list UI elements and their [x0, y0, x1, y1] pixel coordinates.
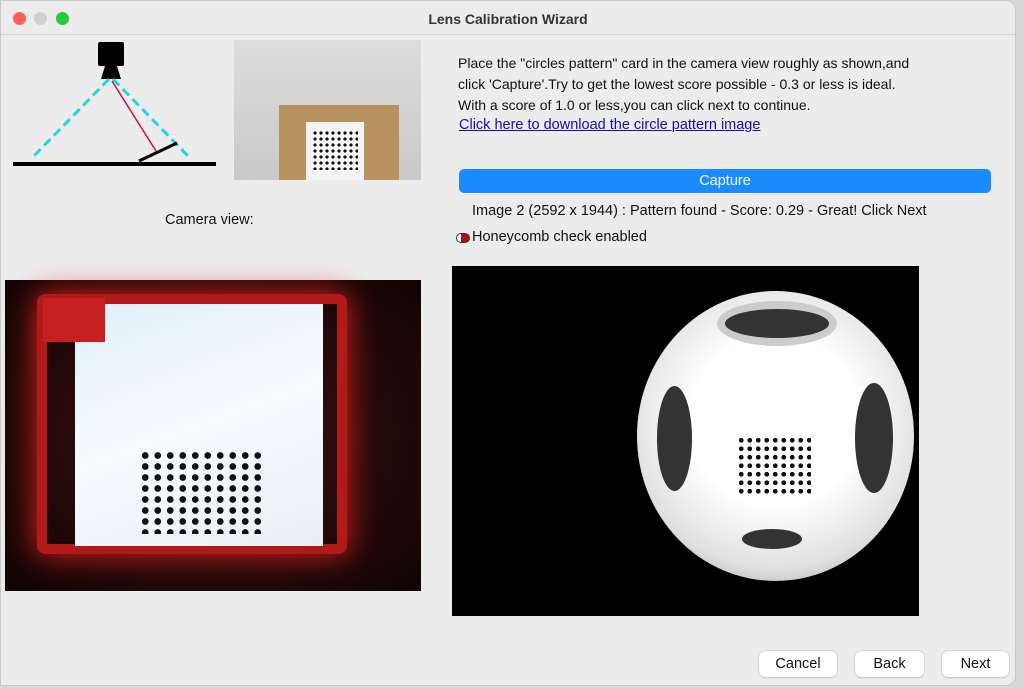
undistorted-preview-image	[452, 266, 919, 616]
toggle-icon[interactable]	[456, 232, 470, 243]
cancel-button[interactable]: Cancel	[759, 651, 837, 677]
instruction-line: With a score of 1.0 or less,you can clic…	[458, 97, 811, 113]
minimize-window-button[interactable]	[34, 12, 47, 25]
next-button[interactable]: Next	[942, 651, 1009, 677]
close-window-button[interactable]	[13, 12, 26, 25]
capture-button[interactable]: Capture	[459, 169, 991, 193]
capture-status: Image 2 (2592 x 1944) : Pattern found - …	[472, 203, 927, 219]
camera-view-image	[5, 280, 421, 591]
honeycomb-check[interactable]: Honeycomb check enabled	[456, 227, 647, 248]
lens-calibration-window: Lens Calibration Wizard Place the "circl…	[0, 0, 1016, 686]
honeycomb-label: Honeycomb check enabled	[472, 229, 647, 245]
instruction-line: Place the "circles pattern" card in the …	[458, 55, 910, 71]
camera-view-label: Camera view:	[165, 212, 254, 228]
download-pattern-link[interactable]: Click here to download the circle patter…	[459, 117, 760, 133]
instruction-line: click 'Capture'.Try to get the lowest sc…	[458, 76, 896, 92]
example-placement-photo	[234, 40, 421, 180]
window-title: Lens Calibration Wizard	[428, 11, 588, 27]
title-bar: Lens Calibration Wizard	[1, 1, 1015, 35]
back-button[interactable]: Back	[855, 651, 924, 677]
zoom-window-button[interactable]	[56, 12, 69, 25]
camera-setup-diagram	[13, 42, 216, 166]
